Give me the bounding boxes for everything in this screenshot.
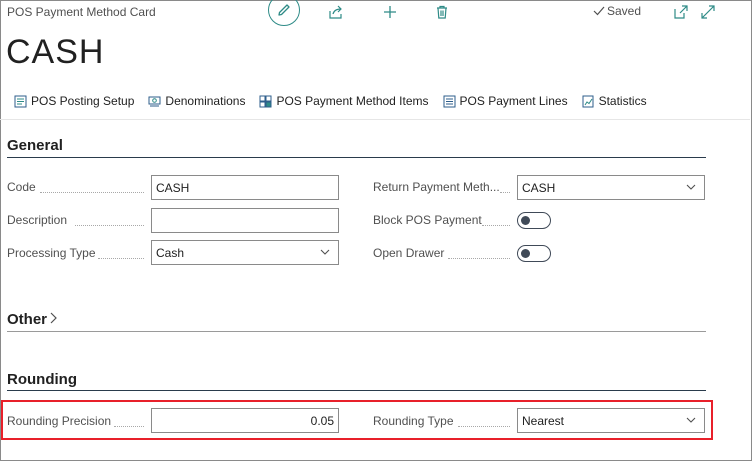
action-label: Denominations — [165, 94, 246, 108]
label-leader — [40, 192, 144, 193]
block-pos-payment-label: Block POS Payment — [373, 213, 482, 227]
action-label: POS Payment Lines — [459, 94, 568, 108]
share-button[interactable] — [327, 3, 345, 21]
page-title: CASH — [6, 33, 105, 71]
processing-type-select[interactable]: Cash — [151, 240, 339, 265]
open-new-window-icon — [674, 5, 688, 19]
return-payment-method-label: Return Payment Meth... — [373, 180, 500, 194]
section-title-other[interactable]: Other — [7, 311, 57, 328]
label-leader — [500, 192, 510, 193]
section-divider — [7, 390, 706, 391]
chevron-right-icon — [50, 312, 57, 324]
section-title-general[interactable]: General — [7, 137, 63, 154]
section-label: Other — [7, 311, 48, 328]
chevron-down-icon — [686, 184, 696, 190]
open-drawer-label: Open Drawer — [373, 246, 445, 260]
toggle-knob — [521, 248, 530, 258]
processing-type-label: Processing Type — [7, 246, 96, 260]
saved-label: Saved — [607, 4, 642, 18]
statistics-icon — [582, 95, 594, 107]
posting-setup-icon — [14, 95, 27, 107]
section-divider — [7, 157, 706, 158]
action-label: POS Posting Setup — [31, 94, 135, 108]
action-label: POS Payment Method Items — [276, 94, 429, 108]
label-leader — [98, 258, 144, 259]
highlight-box — [1, 400, 713, 440]
page-frame — [0, 0, 752, 461]
expand-button[interactable] — [699, 3, 717, 21]
action-pos-payment-lines[interactable]: POS Payment Lines — [443, 94, 568, 108]
action-bar: POS Posting Setup Denominations POS Paym… — [14, 94, 647, 108]
return-payment-method-value: CASH — [522, 180, 556, 195]
checkmark-icon — [593, 6, 605, 16]
open-drawer-toggle[interactable] — [517, 245, 551, 262]
lines-icon — [443, 95, 456, 107]
trash-icon — [437, 5, 447, 19]
pencil-icon — [278, 4, 290, 16]
label-leader — [75, 225, 144, 226]
items-icon — [259, 95, 272, 107]
label-leader — [482, 225, 510, 226]
share-icon — [329, 5, 342, 19]
section-divider — [7, 331, 706, 332]
label-leader — [448, 258, 510, 259]
section-title-rounding[interactable]: Rounding — [7, 371, 77, 388]
chevron-down-icon — [320, 249, 330, 255]
open-new-window-button[interactable] — [672, 3, 690, 21]
toggle-knob — [521, 215, 530, 225]
expand-icon — [701, 5, 715, 19]
action-label: Statistics — [598, 94, 647, 108]
code-label: Code — [7, 180, 36, 194]
code-field[interactable]: CASH — [151, 175, 339, 200]
saved-status: Saved — [593, 4, 641, 18]
action-pos-posting-setup[interactable]: POS Posting Setup — [14, 94, 134, 108]
delete-button[interactable] — [433, 3, 451, 21]
action-denominations[interactable]: Denominations — [148, 94, 245, 108]
action-pos-payment-method-items[interactable]: POS Payment Method Items — [259, 94, 429, 108]
plus-icon — [384, 6, 396, 18]
denominations-icon — [148, 96, 161, 106]
card-type-title: POS Payment Method Card — [7, 5, 156, 19]
new-button[interactable] — [381, 3, 399, 21]
return-payment-method-select[interactable]: CASH — [517, 175, 705, 200]
description-label: Description — [7, 213, 68, 227]
action-bar-divider — [0, 119, 750, 120]
action-statistics[interactable]: Statistics — [582, 94, 647, 108]
block-pos-payment-toggle[interactable] — [517, 212, 551, 229]
description-field[interactable] — [151, 208, 339, 233]
processing-type-value: Cash — [156, 245, 185, 260]
